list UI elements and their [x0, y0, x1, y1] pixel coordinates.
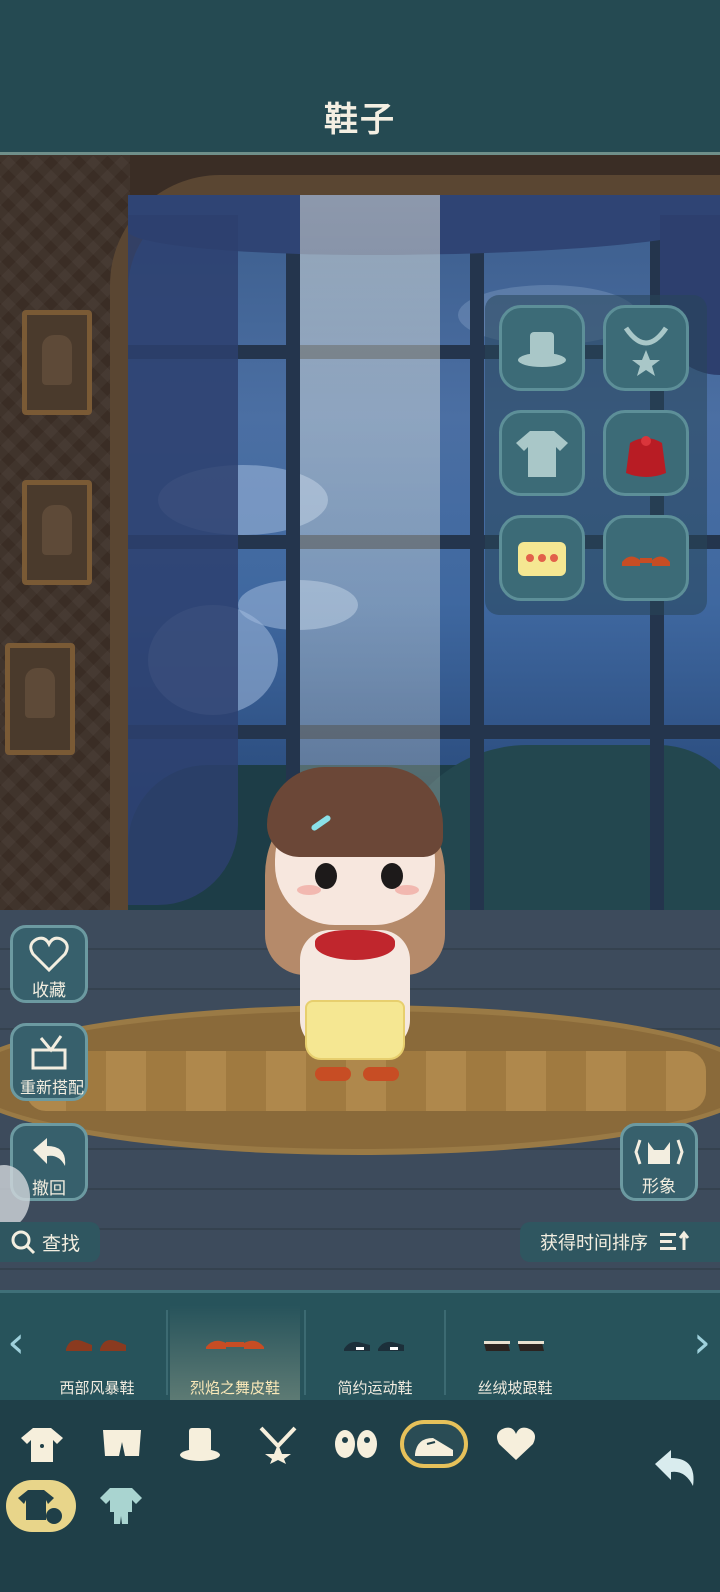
category-wings[interactable]	[328, 1420, 384, 1468]
category-shirt[interactable]	[14, 1420, 70, 1468]
subtab-sets[interactable]	[86, 1480, 156, 1532]
category-shoes[interactable]	[400, 1420, 468, 1468]
shoe-item-icon	[66, 1340, 126, 1351]
sort-button[interactable]: 获得时间排序	[520, 1222, 720, 1262]
heart-outline-icon	[29, 936, 69, 973]
favorite-button[interactable]: 收藏	[10, 925, 88, 1003]
room-scene	[0, 155, 720, 1310]
favorite-label: 收藏	[32, 981, 66, 1001]
scroll-right-arrow[interactable]: ›	[690, 1313, 714, 1373]
slot-shirt[interactable]	[499, 410, 585, 496]
category-pants[interactable]	[94, 1420, 150, 1468]
rematch-label: 重新搭配	[19, 1078, 84, 1097]
subtab-items[interactable]	[6, 1480, 76, 1532]
shoe-item-icon	[206, 1340, 264, 1349]
shoe-item-icon	[344, 1341, 404, 1351]
necklace-icon	[259, 1426, 297, 1464]
dress-up-screen: 鞋子 收藏 重新搭配 撤回 形象 查找 获得时间排序 ‹ › 西部风暴鞋 烈焰之…	[0, 0, 720, 1592]
player-avatar	[255, 755, 455, 1095]
page-title: 鞋子	[324, 100, 396, 140]
item-label: 烈焰之舞皮鞋	[189, 1379, 280, 1397]
outfit-sets-icon	[100, 1488, 142, 1524]
wall-picture	[5, 643, 75, 755]
avatar-shoe	[315, 1067, 351, 1081]
shoes-icon	[622, 556, 670, 566]
slot-hat[interactable]	[499, 305, 585, 391]
wings-icon	[335, 1430, 377, 1458]
avatar-hair	[267, 767, 443, 857]
avatar-skirt	[305, 1000, 405, 1060]
necklace-icon	[623, 326, 669, 376]
slot-shoes[interactable]	[603, 515, 689, 601]
pants-icon	[103, 1430, 141, 1456]
item-label: 西部风暴鞋	[59, 1379, 135, 1397]
sort-icon	[660, 1230, 690, 1250]
shoe-item-icon	[484, 1341, 544, 1351]
item-card[interactable]: 西部风暴鞋	[32, 1305, 162, 1400]
search-button[interactable]: 查找	[0, 1222, 100, 1262]
curtain-left	[128, 215, 238, 905]
slot-bag[interactable]	[603, 410, 689, 496]
back-button[interactable]	[645, 1440, 705, 1500]
wall-picture	[22, 310, 92, 415]
wall-picture	[22, 480, 92, 585]
shoes-icon	[415, 1438, 453, 1456]
hat-icon	[180, 1428, 220, 1461]
outfit-items-icon	[18, 1490, 62, 1524]
item-card-selected[interactable]: 烈焰之舞皮鞋	[170, 1305, 300, 1400]
item-label: 丝绒坡跟鞋	[477, 1379, 553, 1397]
shirt-icon	[21, 1428, 63, 1462]
avatar-bow	[315, 930, 395, 960]
skirt-icon	[518, 542, 566, 576]
undo-icon	[33, 1138, 66, 1166]
bag-icon	[626, 436, 666, 477]
appearance-icon	[634, 1139, 684, 1165]
category-necklace[interactable]	[250, 1420, 306, 1468]
hat-icon	[518, 332, 566, 367]
heart-icon	[497, 1427, 535, 1460]
equipped-panel	[485, 295, 707, 615]
slot-skirt[interactable]	[499, 515, 585, 601]
slot-necklace[interactable]	[603, 305, 689, 391]
scroll-left-arrow[interactable]: ‹	[4, 1313, 28, 1373]
avatar-shoe	[363, 1067, 399, 1081]
item-card[interactable]: 简约运动鞋	[310, 1305, 440, 1400]
sort-label: 获得时间排序	[540, 1233, 648, 1254]
item-label: 简约运动鞋	[337, 1379, 413, 1397]
appearance-label: 形象	[642, 1177, 676, 1197]
rematch-icon	[31, 1035, 67, 1070]
search-icon	[11, 1230, 36, 1255]
appearance-button[interactable]: 形象	[620, 1123, 698, 1201]
rematch-button[interactable]: 重新搭配	[10, 1023, 88, 1101]
item-card[interactable]: 丝绒坡跟鞋	[450, 1305, 580, 1400]
header: 鞋子	[0, 0, 720, 155]
category-hat[interactable]	[172, 1420, 228, 1468]
search-label: 查找	[42, 1232, 81, 1255]
category-favorites[interactable]	[488, 1420, 544, 1468]
shirt-icon	[516, 431, 568, 477]
